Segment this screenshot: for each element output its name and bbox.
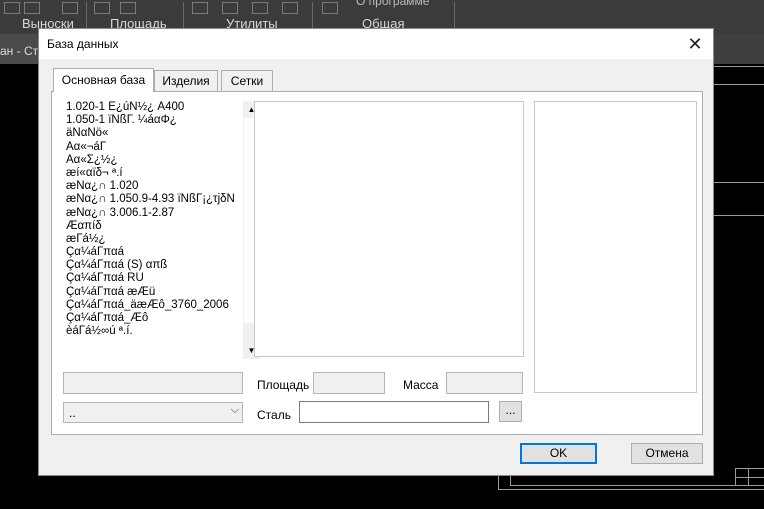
list-item[interactable]: èáГá½∞ú ª.í. (63, 325, 243, 338)
ribbon-tool-icon[interactable] (282, 2, 298, 14)
cancel-button[interactable]: Отмена (631, 443, 703, 464)
tab-label: Основная база (61, 73, 146, 87)
list-item[interactable]: Çα¼áГπαá RU (63, 272, 243, 285)
dialog-title: База данных (47, 37, 119, 51)
tab-main-base[interactable]: Основная база (53, 68, 154, 92)
database-select[interactable]: .. ⌵ (63, 402, 243, 423)
list-item[interactable]: æÑα¿∩ 3.006.1-2.87 (63, 207, 243, 220)
list-item[interactable]: Çα¼áГπαá æÆü (63, 286, 243, 299)
ribbon-tool-icon[interactable] (24, 2, 40, 14)
cad-drawing-line (735, 477, 764, 478)
mass-value-field (446, 372, 523, 394)
close-icon[interactable]: ✕ (683, 33, 707, 55)
ribbon-tool-icon[interactable] (252, 2, 268, 14)
database-list[interactable]: 1.020-1 É¿úÑ½¿ À400 1.050-1 ïÑßГ. ¼áαΦ¿ äÑ… (63, 101, 243, 359)
chevron-down-icon[interactable]: ⌵ (231, 404, 239, 417)
list-item[interactable]: Çα¼áГπαá_äæÆô_3760_2006 (63, 299, 243, 312)
app-window-strip (714, 34, 764, 64)
tab-items[interactable]: Изделия (154, 70, 218, 91)
list-item[interactable]: æÑα¿∩ 1.020 (63, 180, 243, 193)
cad-drawing-line (714, 84, 764, 85)
list-item[interactable]: äÑαÑö« (63, 127, 243, 140)
table-list-pane[interactable] (254, 101, 524, 357)
list-item[interactable]: Аα«Σ¿½¿ (63, 154, 243, 167)
steel-label: Сталь (257, 408, 291, 422)
database-select-value: .. (69, 406, 76, 420)
database-dialog: База данных ✕ Основная база Изделия Сетк… (38, 28, 714, 476)
list-item[interactable]: æí«αïδ¬ ª.í (63, 167, 243, 180)
ribbon-about-label[interactable]: О программе (356, 0, 429, 8)
list-item[interactable]: æÑα¿∩ 1.050.9-4.93 ïÑßГ¡¿τjδÑ (63, 193, 243, 206)
ribbon-tool-icon[interactable] (322, 2, 338, 14)
list-item[interactable]: Çα¼áГπαá (S) απß (63, 259, 243, 272)
ok-button[interactable]: OK (520, 443, 597, 464)
list-item[interactable]: 1.020-1 É¿úÑ½¿ À400 (63, 101, 243, 114)
cad-drawing-line (498, 489, 764, 490)
ribbon-tool-icon[interactable] (222, 2, 238, 14)
area-value-field (313, 372, 385, 394)
list-item[interactable]: æГá½¿ (63, 233, 243, 246)
dialog-titlebar[interactable]: База данных ✕ (39, 29, 713, 59)
cad-drawing-line (510, 485, 764, 486)
list-item[interactable]: Аα«¬áГ (63, 141, 243, 154)
area-label: Площадь (257, 378, 310, 392)
list-item[interactable]: Çα¼áГπαá (63, 246, 243, 259)
ribbon-tool-icon[interactable] (4, 2, 20, 14)
ribbon-tool-icon[interactable] (94, 2, 110, 14)
mass-label: Масса (403, 378, 439, 392)
cad-drawing-line (735, 468, 764, 469)
browse-button[interactable]: ... (499, 401, 522, 422)
preview-pane (534, 101, 697, 393)
ribbon-tool-icon[interactable] (120, 2, 136, 14)
cad-drawing-line (714, 182, 764, 183)
ribbon-tool-icon[interactable] (62, 2, 78, 14)
tab-label: Изделия (162, 74, 210, 88)
steel-field[interactable] (299, 401, 489, 423)
cad-drawing-line (498, 476, 499, 490)
selection-name-field (63, 372, 243, 394)
list-item[interactable]: Çα¼áГπαá_Æô (63, 312, 243, 325)
tab-meshes[interactable]: Сетки (221, 70, 273, 91)
list-item[interactable]: 1.050-1 ïÑßГ. ¼áαΦ¿ (63, 114, 243, 127)
list-item[interactable]: Æαπíδ (63, 220, 243, 233)
drawing-tab[interactable]: ан - Ста (0, 34, 45, 64)
ribbon-tool-icon[interactable] (192, 2, 208, 14)
tab-label: Сетки (230, 74, 264, 88)
cad-drawing-line (714, 215, 764, 216)
cad-drawing-line (714, 66, 764, 67)
